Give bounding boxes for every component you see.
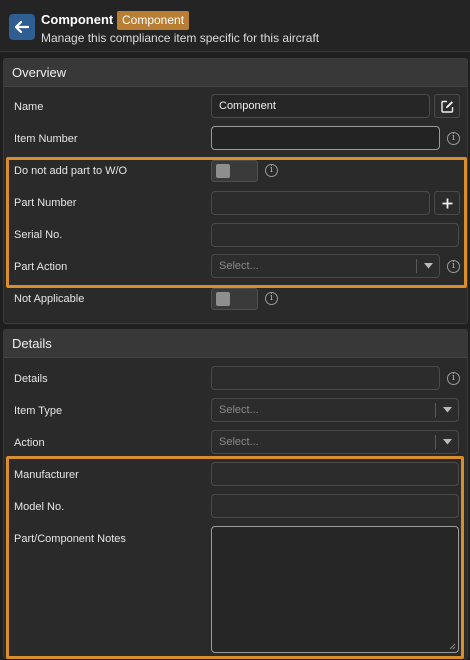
serial-field[interactable]	[211, 223, 459, 247]
page-subtitle: Manage this compliance item specific for…	[41, 31, 320, 45]
not-applicable-label: Not Applicable	[14, 293, 85, 305]
do-not-add-label: Do not add part to W/O	[14, 165, 128, 177]
arrow-left-icon	[15, 21, 29, 33]
edit-icon	[440, 100, 453, 113]
notes-label: Part/Component Notes	[14, 533, 126, 545]
chevron-down-icon	[436, 399, 458, 421]
plus-icon	[442, 198, 452, 208]
details-label: Details	[14, 373, 48, 385]
item-type-select[interactable]: Select...	[211, 398, 459, 422]
notes-textarea[interactable]	[211, 526, 459, 653]
serial-label: Serial No.	[14, 229, 63, 241]
details-heading: Details	[4, 330, 467, 358]
part-action-label: Part Action	[14, 261, 68, 273]
chevron-down-icon	[417, 255, 439, 277]
edit-name-button[interactable]	[434, 94, 460, 118]
action-select[interactable]: Select...	[211, 430, 459, 454]
part-number-label: Part Number	[14, 197, 77, 209]
manufacturer-label: Manufacturer	[14, 469, 79, 481]
not-applicable-toggle[interactable]	[211, 288, 258, 310]
page-header: Component Component Manage this complian…	[0, 0, 470, 52]
info-icon[interactable]: i	[447, 132, 460, 145]
part-action-placeholder: Select...	[219, 260, 259, 272]
item-type-placeholder: Select...	[219, 404, 259, 416]
manufacturer-field[interactable]	[211, 462, 459, 486]
action-placeholder: Select...	[219, 436, 259, 448]
name-label: Name	[14, 101, 44, 113]
type-badge: Component	[117, 11, 190, 30]
info-icon[interactable]: i	[447, 260, 460, 273]
part-number-field[interactable]	[211, 191, 430, 215]
action-label: Action	[14, 437, 45, 449]
item-type-label: Item Type	[14, 405, 63, 417]
do-not-add-toggle[interactable]	[211, 160, 258, 182]
overview-heading: Overview	[4, 59, 467, 87]
part-action-select[interactable]: Select...	[211, 254, 440, 278]
details-field[interactable]	[211, 366, 440, 390]
item-number-field[interactable]	[211, 126, 440, 150]
page-title: Component	[41, 12, 114, 27]
info-icon[interactable]: i	[265, 292, 278, 305]
model-label: Model No.	[14, 501, 65, 513]
back-button[interactable]	[9, 14, 35, 40]
resize-grip-icon[interactable]	[449, 643, 456, 650]
model-field[interactable]	[211, 494, 459, 518]
name-field[interactable]: Component	[211, 94, 430, 118]
add-part-button[interactable]	[434, 191, 460, 215]
info-icon[interactable]: i	[447, 372, 460, 385]
info-icon[interactable]: i	[265, 164, 278, 177]
item-number-label: Item Number	[14, 133, 78, 145]
chevron-down-icon	[436, 431, 458, 453]
